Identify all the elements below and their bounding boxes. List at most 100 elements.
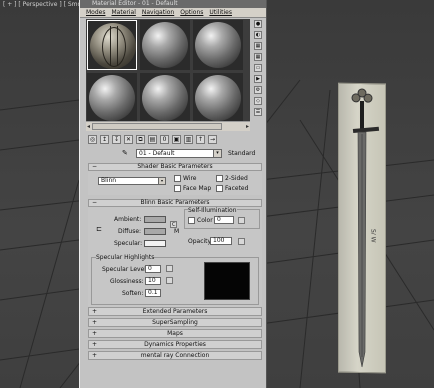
menu-options[interactable]: Options [180,8,203,17]
menu-bar: Modes Material Navigation Options Utilit… [80,8,266,18]
backlight-icon[interactable]: ◐ [254,31,262,39]
options-icon[interactable]: ⚙ [254,86,262,94]
collapse-icon: − [92,199,98,206]
eyedropper-icon[interactable]: ✎ [122,149,128,157]
menu-modes[interactable]: Modes [86,8,105,17]
soften-spinner[interactable]: 0.1 [145,289,161,297]
scroll-right-icon[interactable]: ▸ [246,122,249,131]
face-map-label: Face Map [183,185,212,192]
specular-highlights-label: Specular Highlights [96,254,155,261]
face-map-checkbox[interactable] [174,185,181,192]
sample-slot[interactable] [140,20,190,70]
lock-bracket-icon[interactable]: ⊏ [96,225,102,233]
scroll-thumb[interactable] [92,123,222,130]
shader-select[interactable]: Blinn ▾ [98,177,166,185]
material-type-button[interactable]: Standard [228,150,255,157]
highlight-curve-graph [204,262,250,300]
reset-map-icon[interactable]: ✕ [124,135,133,144]
make-unique-icon[interactable]: ⧉ [136,135,145,144]
two-sided-checkbox[interactable] [216,175,223,182]
material-editor-window[interactable]: Material Editor - 01 - Default Modes Mat… [79,0,267,388]
glossiness-map-button[interactable] [166,277,173,284]
material-effects-icon[interactable]: 0 [160,135,169,144]
ambient-swatch[interactable] [144,216,166,223]
self-illum-map-button[interactable] [238,217,245,224]
shader-basic-panel: Blinn ▾ Wire 2-Sided Face Map Faceted [88,171,262,195]
rollout-shader-basic[interactable]: − Shader Basic Parameters [88,163,262,171]
rollout-extended-parameters[interactable]: + Extended Parameters [88,307,262,316]
rollout-dynamics-properties[interactable]: + Dynamics Properties [88,340,262,349]
editor-toolbar: ◎ ↥ ↧ ✕ ⧉ ▤ 0 ▣ ▥ ↑ → [88,135,217,145]
rollout-mental-ray-connection[interactable]: + mental ray Connection [88,351,262,360]
sample-slot[interactable] [140,73,190,123]
show-map-icon[interactable]: ▣ [172,135,181,144]
chevron-down-icon[interactable]: ▾ [158,178,165,184]
shader-value: Blinn [101,177,117,184]
chevron-down-icon[interactable]: ▾ [213,150,221,157]
material-name-field[interactable]: 01 - Default ▾ [136,149,222,158]
diffuse-swatch[interactable] [144,228,166,235]
expand-icon: + [92,308,98,315]
rollout-title: Maps [167,330,183,337]
rollout-title: Shader Basic Parameters [137,163,213,170]
sword-engraving: S/ W [369,228,377,243]
faceted-checkbox[interactable] [216,185,223,192]
sample-slots [86,19,250,131]
sample-slot[interactable] [193,20,243,70]
specular-label: Specular: [114,240,143,247]
make-preview-icon[interactable]: ▶ [254,75,262,83]
go-forward-sibling-icon[interactable]: → [208,135,217,144]
expand-icon: + [92,319,98,326]
faceted-label: Faceted [225,185,249,192]
sample-slot[interactable] [87,20,137,70]
uv-tiling-icon[interactable]: ▦ [254,53,262,61]
opacity-label: Opacity: [188,238,213,245]
get-material-icon[interactable]: ◎ [88,135,97,144]
rollout-title: Blinn Basic Parameters [140,199,210,206]
sword-icon [351,88,380,368]
menu-navigation[interactable]: Navigation [142,8,174,17]
rollout-title: SuperSampling [152,319,198,326]
blinn-basic-panel: ⊏ Ambient: Diffuse: Specular: C M Self-I… [88,207,262,307]
specular-level-label: Specular Level: [102,266,148,273]
perspective-viewport[interactable]: [ + ] [ Perspective ] [ Smooth + S/ W Ma… [0,0,434,388]
glossiness-label: Glossiness: [110,278,144,285]
show-end-result-icon[interactable]: ▥ [184,135,193,144]
lock-c-button[interactable]: C [170,221,177,228]
ambient-label: Ambient: [114,216,142,223]
background-icon[interactable]: ▦ [254,42,262,50]
material-navigator-icon[interactable]: ☰ [254,108,262,116]
put-to-scene-icon[interactable]: ↥ [100,135,109,144]
soften-label: Soften: [122,290,144,297]
wire-checkbox[interactable] [174,175,181,182]
material-name: 01 - Default [139,150,175,157]
expand-icon: + [92,341,98,348]
specular-swatch[interactable] [144,240,166,247]
diffuse-map-button[interactable]: M [174,228,179,235]
opacity-map-button[interactable] [238,238,245,245]
sword-plane[interactable]: S/ W [338,82,386,374]
menu-material[interactable]: Material [111,8,135,17]
rollout-maps[interactable]: + Maps [88,329,262,338]
self-illum-color-checkbox[interactable] [188,217,195,224]
scroll-left-icon[interactable]: ◂ [87,122,90,131]
specular-level-map-button[interactable] [166,265,173,272]
sample-type-icon[interactable]: ● [254,20,262,28]
select-by-material-icon[interactable]: ◇ [254,97,262,105]
slots-scrollbar[interactable]: ◂ ▸ [86,121,250,131]
self-illum-spinner[interactable]: 0 [214,216,234,224]
menu-utilities[interactable]: Utilities [209,8,232,17]
video-check-icon[interactable]: ▭ [254,64,262,72]
sample-slot[interactable] [87,73,137,123]
specular-level-spinner[interactable]: 0 [145,265,161,273]
assign-material-icon[interactable]: ↧ [112,135,121,144]
put-to-library-icon[interactable]: ▤ [148,135,157,144]
go-to-parent-icon[interactable]: ↑ [196,135,205,144]
sample-slot[interactable] [193,73,243,123]
glossiness-spinner[interactable]: 10 [145,277,161,285]
rollout-title: Dynamics Properties [144,341,206,348]
opacity-spinner[interactable]: 100 [210,237,232,245]
rollout-blinn-basic[interactable]: − Blinn Basic Parameters [88,199,262,207]
self-illum-color-label: Color [197,217,213,224]
rollout-supersampling[interactable]: + SuperSampling [88,318,262,327]
